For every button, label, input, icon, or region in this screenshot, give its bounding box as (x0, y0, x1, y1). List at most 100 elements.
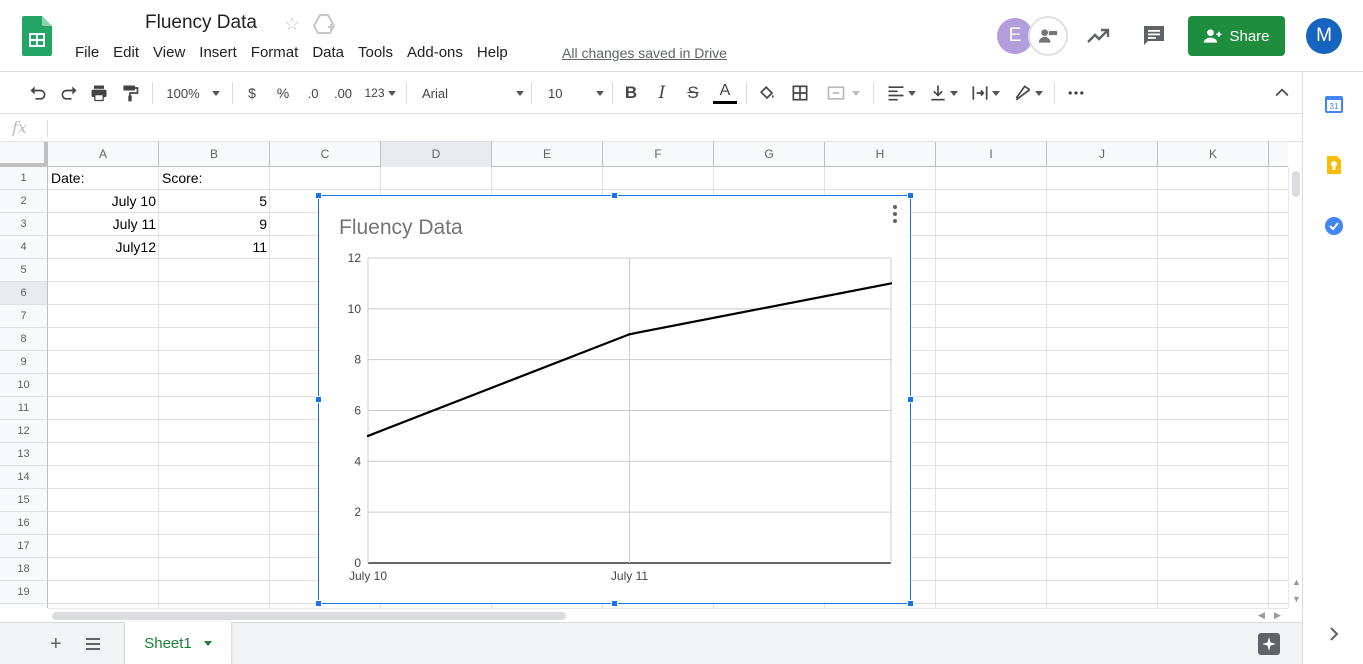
font-family-select[interactable]: Arial (416, 82, 524, 104)
menu-add-ons[interactable]: Add-ons (400, 44, 470, 62)
chart-data-point[interactable] (889, 282, 893, 285)
column-header-h[interactable]: H (825, 142, 936, 167)
more-formats-button[interactable]: 123 (362, 82, 398, 104)
resize-handle[interactable] (315, 396, 322, 403)
percent-format-button[interactable]: % (273, 82, 293, 104)
column-header-f[interactable]: F (603, 142, 714, 167)
bold-button[interactable]: B (620, 82, 642, 104)
move-to-drive-icon[interactable] (313, 14, 335, 34)
row-header[interactable]: 1 (0, 167, 47, 190)
horizontal-scrollbar[interactable]: ◀ ▶ (48, 608, 1288, 622)
horizontal-align-button[interactable] (883, 82, 919, 104)
keep-icon[interactable] (1324, 155, 1344, 175)
row-header[interactable]: 14 (0, 466, 47, 489)
column-header-i[interactable]: I (936, 142, 1047, 167)
cell-a2[interactable]: July 10 (48, 190, 159, 213)
explore-button[interactable] (1258, 633, 1280, 655)
borders-button[interactable] (789, 82, 811, 104)
resize-handle[interactable] (907, 396, 914, 403)
sheets-logo-icon[interactable] (22, 16, 52, 56)
menu-edit[interactable]: Edit (106, 44, 146, 62)
column-header-j[interactable]: J (1047, 142, 1158, 167)
row-header[interactable]: 18 (0, 558, 47, 581)
row-header[interactable]: 2 (0, 190, 47, 213)
row-header[interactable]: 11 (0, 397, 47, 420)
chart-data-point[interactable] (628, 333, 631, 336)
select-all-corner[interactable] (0, 142, 48, 167)
resize-handle[interactable] (611, 600, 618, 607)
column-header-e[interactable]: E (492, 142, 603, 167)
row-header[interactable]: 7 (0, 305, 47, 328)
scroll-left-icon[interactable]: ◀ (1258, 610, 1265, 621)
sheet-tab-sheet1[interactable]: Sheet1 (125, 622, 231, 664)
text-wrapping-button[interactable] (967, 82, 1003, 104)
row-header[interactable]: 5 (0, 259, 47, 282)
add-sheet-icon[interactable]: + (50, 633, 62, 656)
saved-status[interactable]: All changes saved in Drive (562, 45, 727, 61)
increase-decimal-button[interactable]: .00 (331, 82, 355, 104)
font-size-select[interactable]: 10 (541, 82, 605, 104)
comment-history-icon[interactable] (1142, 24, 1166, 48)
resize-handle[interactable] (907, 600, 914, 607)
resize-handle[interactable] (315, 192, 322, 199)
share-button[interactable]: Share (1188, 16, 1285, 56)
menu-insert[interactable]: Insert (192, 44, 244, 62)
text-rotation-button[interactable] (1010, 82, 1046, 104)
row-header[interactable]: 4 (0, 236, 47, 259)
undo-button[interactable] (26, 82, 50, 104)
row-header[interactable]: 17 (0, 535, 47, 558)
formula-input[interactable] (52, 116, 1292, 140)
row-header[interactable]: 3 (0, 213, 47, 236)
redo-button[interactable] (57, 82, 81, 104)
strikethrough-button[interactable]: S (682, 82, 704, 104)
column-header-c[interactable]: C (270, 142, 381, 167)
row-header[interactable]: 9 (0, 351, 47, 374)
collapse-menus-button[interactable] (1272, 82, 1292, 104)
menu-help[interactable]: Help (470, 44, 515, 62)
chart-menu-icon[interactable] (891, 204, 899, 224)
all-sheets-icon[interactable] (84, 635, 102, 653)
more-options-button[interactable] (1064, 82, 1088, 104)
scroll-right-icon[interactable]: ▶ (1274, 610, 1281, 621)
menu-format[interactable]: Format (244, 44, 306, 62)
column-header-k[interactable]: K (1158, 142, 1269, 167)
cell-a4[interactable]: July12 (48, 236, 159, 259)
row-header[interactable]: 6 (0, 282, 47, 305)
paint-format-button[interactable] (118, 82, 142, 104)
italic-button[interactable]: I (651, 82, 673, 104)
embedded-chart[interactable]: Fluency Data 0 2 4 6 8 10 12 July 10 July 11 (315, 192, 914, 607)
document-title[interactable]: Fluency Data (145, 12, 257, 34)
row-header[interactable]: 12 (0, 420, 47, 443)
chevron-down-icon[interactable] (203, 640, 212, 646)
column-header-b[interactable]: B (159, 142, 270, 167)
cell-b3[interactable]: 9 (159, 213, 270, 236)
scroll-up-icon[interactable]: ▲ (1292, 577, 1301, 587)
text-color-button[interactable]: A (713, 82, 737, 104)
anonymous-viewer-avatar[interactable] (1028, 16, 1068, 56)
star-icon[interactable]: ☆ (284, 14, 300, 35)
cell-b4[interactable]: 11 (159, 236, 270, 259)
activity-dashboard-icon[interactable] (1086, 24, 1110, 48)
row-header[interactable]: 15 (0, 489, 47, 512)
vertical-scrollbar[interactable]: ▲ ▼ (1288, 167, 1302, 608)
cell-b2[interactable]: 5 (159, 190, 270, 213)
column-header-d[interactable]: D (381, 142, 492, 167)
menu-view[interactable]: View (146, 44, 192, 62)
row-header[interactable]: 8 (0, 328, 47, 351)
resize-handle[interactable] (611, 192, 618, 199)
chart-title[interactable]: Fluency Data (339, 216, 463, 239)
column-header-a[interactable]: A (48, 142, 159, 167)
column-header-g[interactable]: G (714, 142, 825, 167)
chevron-right-icon[interactable] (1324, 624, 1344, 644)
resize-handle[interactable] (315, 600, 322, 607)
vertical-scroll-thumb[interactable] (1292, 171, 1300, 197)
merge-cells-button[interactable] (822, 82, 864, 104)
cell-a1[interactable]: Date: (48, 167, 159, 190)
tasks-icon[interactable] (1324, 216, 1344, 236)
row-header[interactable]: 13 (0, 443, 47, 466)
vertical-align-button[interactable] (925, 82, 961, 104)
resize-handle[interactable] (907, 192, 914, 199)
cell-b1[interactable]: Score: (159, 167, 270, 190)
row-header[interactable]: 16 (0, 512, 47, 535)
menu-tools[interactable]: Tools (351, 44, 400, 62)
